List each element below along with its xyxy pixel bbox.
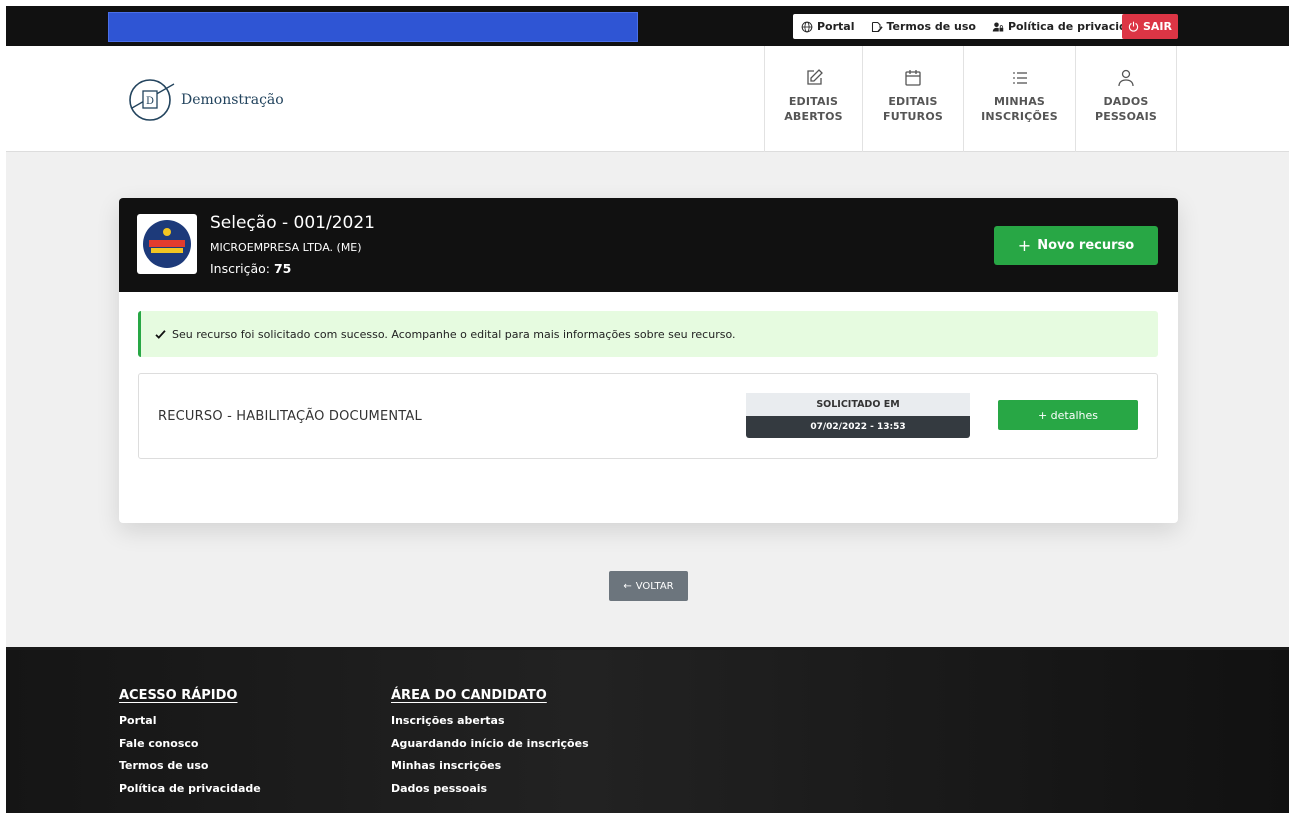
nav-label: EDITAIS ABERTOS (784, 95, 843, 124)
check-icon (155, 329, 166, 339)
footer-heading: ÁREA DO CANDIDATO (391, 688, 547, 703)
success-alert: Seu recurso foi solicitado com sucesso. … (138, 311, 1158, 357)
globe-icon (801, 21, 813, 32)
nav-dados-pessoais[interactable]: DADOS PESSOAIS (1076, 46, 1177, 152)
requested-value: 07/02/2022 - 13:53 (746, 416, 970, 438)
top-link-termos[interactable]: Termos de uso (863, 14, 984, 39)
footer-area-candidato: ÁREA DO CANDIDATO Inscrições abertas Agu… (391, 688, 589, 800)
plus-icon: + (1017, 236, 1032, 255)
back-label: VOLTAR (635, 580, 674, 592)
nav-editais-abertos[interactable]: EDITAIS ABERTOS (765, 46, 863, 152)
arrow-left-icon: ← (623, 580, 632, 592)
card-subtitle: MICROEMPRESA LTDA. (ME) (210, 241, 362, 254)
site-footer: ACESSO RÁPIDO Portal Fale conosco Termos… (6, 647, 1289, 813)
alert-text: Seu recurso foi solicitado com sucesso. … (172, 327, 736, 341)
edital-thumbnail (137, 214, 197, 274)
footer-link-portal[interactable]: Portal (119, 710, 261, 733)
nav-label: EDITAIS FUTUROS (882, 95, 944, 124)
redacted-banner (108, 12, 638, 42)
footer-link-fale-conosco[interactable]: Fale conosco (119, 733, 261, 756)
requested-date-box: SOLICITADO EM 07/02/2022 - 13:53 (746, 393, 970, 439)
footer-link-dados-pessoais[interactable]: Dados pessoais (391, 778, 589, 801)
selection-card: Seleção - 001/2021 MICROEMPRESA LTDA. (M… (119, 198, 1178, 523)
top-link-label: Termos de uso (886, 20, 976, 33)
footer-acesso-rapido: ACESSO RÁPIDO Portal Fale conosco Termos… (119, 688, 261, 800)
site-header: D Demonstração EDITAIS ABERTOS EDITAIS F… (6, 46, 1289, 152)
new-recurso-button[interactable]: + Novo recurso (994, 226, 1158, 265)
power-icon (1128, 21, 1139, 32)
card-header: Seleção - 001/2021 MICROEMPRESA LTDA. (M… (119, 198, 1178, 292)
logo[interactable]: D Demonstração (126, 78, 284, 122)
requested-label: SOLICITADO EM (746, 393, 970, 416)
nav-minhas-inscricoes[interactable]: MINHAS INSCRIÇÕES (964, 46, 1076, 152)
logo-letter: D (146, 96, 154, 107)
user-lock-icon (992, 22, 1004, 31)
footer-link-privacidade[interactable]: Política de privacidade (119, 778, 261, 801)
recurso-title: RECURSO - HABILITAÇÃO DOCUMENTAL (158, 409, 422, 424)
edital-logo-image (143, 220, 191, 268)
footer-link-minhas-inscricoes[interactable]: Minhas inscrições (391, 755, 589, 778)
footer-heading: ACESSO RÁPIDO (119, 688, 238, 703)
logo-text: Demonstração (181, 92, 284, 108)
recurso-item: RECURSO - HABILITAÇÃO DOCUMENTAL SOLICIT… (138, 373, 1158, 459)
app-frame: Portal Termos de uso Política de privaci… (6, 6, 1289, 813)
top-link-label: Portal (817, 20, 855, 33)
footer-link-termos[interactable]: Termos de uso (119, 755, 261, 778)
nav-label: MINHAS INSCRIÇÕES (981, 95, 1058, 124)
top-link-portal[interactable]: Portal (793, 14, 863, 39)
top-links: Portal Termos de uso Política de privaci… (793, 14, 1158, 39)
nav-label: DADOS PESSOAIS (1094, 95, 1158, 124)
top-bar: Portal Termos de uso Política de privaci… (6, 6, 1289, 46)
inscricao-label: Inscrição: (210, 261, 270, 276)
footer-link-inscricoes-abertas[interactable]: Inscrições abertas (391, 710, 589, 733)
footer-link-aguardando[interactable]: Aguardando início de inscrições (391, 733, 589, 756)
card-title: Seleção - 001/2021 (210, 213, 375, 233)
logout-button[interactable]: SAIR (1122, 14, 1178, 39)
edit-icon (806, 69, 823, 85)
main-nav: EDITAIS ABERTOS EDITAIS FUTUROS MINHAS I… (764, 46, 1177, 152)
calendar-icon (905, 70, 921, 86)
file-signature-icon (871, 21, 883, 32)
list-icon (1012, 72, 1027, 84)
back-button[interactable]: ← VOLTAR (609, 571, 688, 601)
logo-icon: D (129, 79, 175, 121)
inscricao-line: Inscrição: 75 (210, 261, 291, 276)
logout-label: SAIR (1143, 20, 1172, 33)
user-icon (1118, 69, 1134, 87)
nav-editais-futuros[interactable]: EDITAIS FUTUROS (863, 46, 964, 152)
details-button[interactable]: + detalhes (998, 400, 1138, 430)
inscricao-value: 75 (273, 261, 292, 276)
new-recurso-label: Novo recurso (1037, 238, 1135, 253)
